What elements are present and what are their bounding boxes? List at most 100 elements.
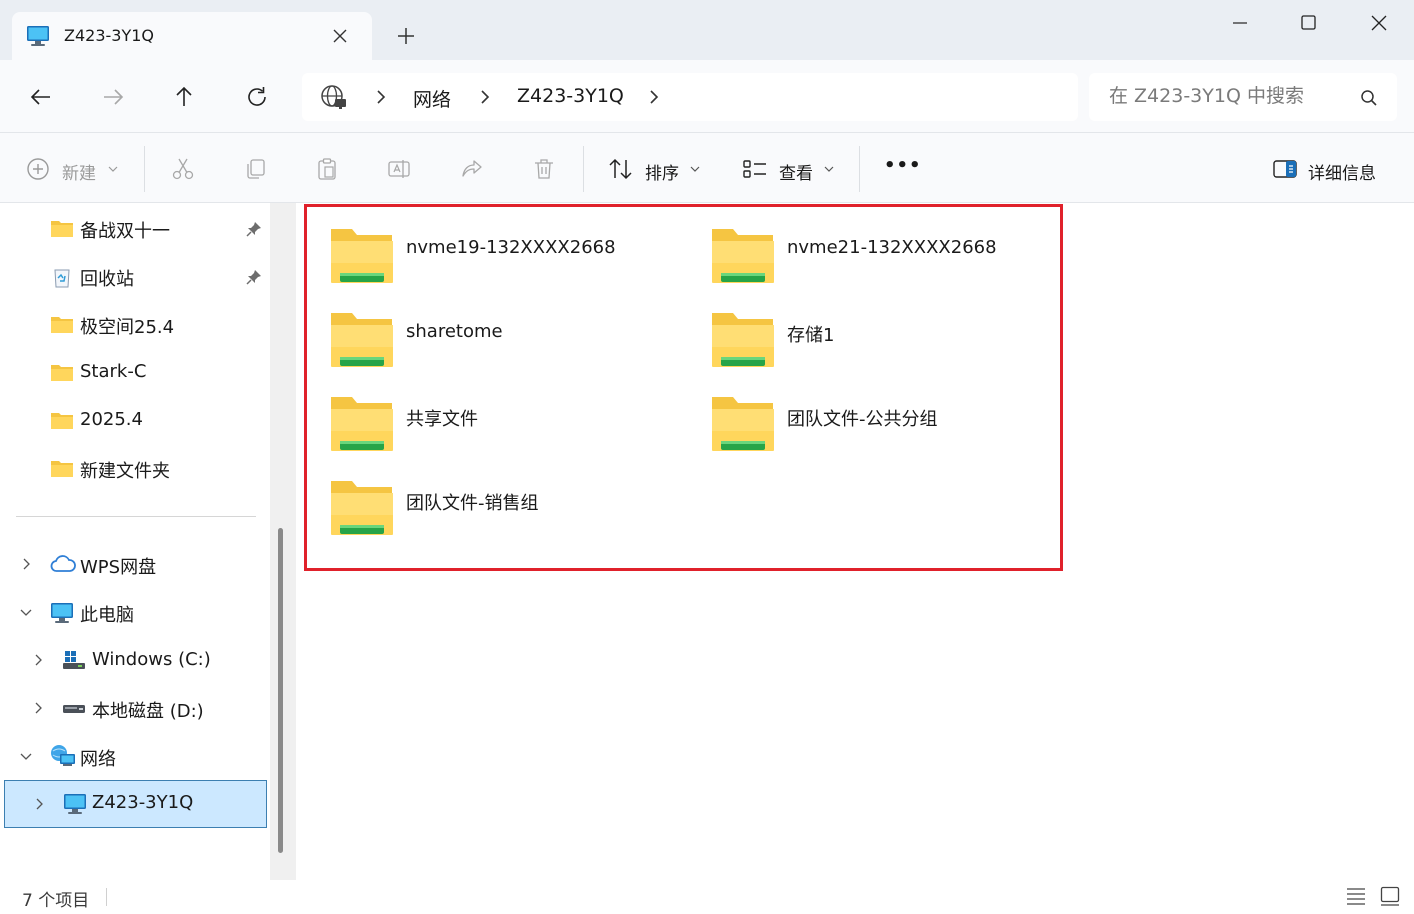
sidebar-item-label: 备战双十一 xyxy=(80,221,170,242)
sort-button[interactable]: 排序 xyxy=(645,159,679,184)
search-icon[interactable] xyxy=(1359,88,1379,108)
navigation-pane: 备战双十一 回收站 极空间25.4 Stark-C 2025.4 新建文件夹 W… xyxy=(0,203,270,880)
sidebar-item-quick-1[interactable]: 备战双十一 xyxy=(0,205,268,251)
sidebar-item-label: 回收站 xyxy=(80,269,134,290)
sidebar-item-wps-cloud[interactable]: WPS网盘 xyxy=(0,541,268,587)
refresh-icon[interactable] xyxy=(244,84,270,110)
sidebar-item-quick-5[interactable]: 2025.4 xyxy=(0,397,268,443)
item-count: 7 个项目 xyxy=(22,891,90,911)
chevron-right-icon[interactable] xyxy=(33,798,45,810)
cut-icon[interactable] xyxy=(171,157,195,181)
sidebar-item-quick-6[interactable]: 新建文件夹 xyxy=(0,445,268,491)
details-button[interactable]: 详细信息 xyxy=(1308,159,1376,184)
navigation-bar: 网络 Z423-3Y1Q xyxy=(0,60,1414,133)
sidebar-item-label: Windows (C:) xyxy=(92,649,211,670)
search-input[interactable] xyxy=(1109,85,1349,107)
sidebar-item-z423-selected[interactable]: Z423-3Y1Q xyxy=(4,780,267,828)
cloud-icon xyxy=(50,555,76,573)
folder-icon xyxy=(50,362,74,382)
status-bar: 7 个项目 xyxy=(0,880,1414,914)
toolbar-divider xyxy=(144,146,145,192)
toolbar-divider xyxy=(859,146,860,192)
computer-icon xyxy=(50,602,74,624)
sidebar-item-this-pc[interactable]: 此电脑 xyxy=(0,589,268,635)
new-tab-button[interactable] xyxy=(394,24,418,48)
folder-icon xyxy=(50,458,74,478)
rename-icon[interactable] xyxy=(387,157,411,181)
breadcrumb-z423[interactable]: Z423-3Y1Q xyxy=(517,85,624,107)
new-button[interactable]: 新建 xyxy=(62,159,96,184)
pin-icon xyxy=(246,221,262,237)
sidebar-item-network[interactable]: 网络 xyxy=(0,733,268,779)
chevron-down-icon xyxy=(690,166,700,173)
sidebar-item-label: Z423-3Y1Q xyxy=(92,792,194,813)
computer-icon xyxy=(26,25,50,47)
sidebar-item-label: 新建文件夹 xyxy=(80,461,170,482)
view-button[interactable]: 查看 xyxy=(779,159,813,184)
copy-icon[interactable] xyxy=(243,157,267,181)
sidebar-item-quick-3[interactable]: 极空间25.4 xyxy=(0,301,268,347)
chevron-right-icon[interactable] xyxy=(20,558,32,570)
forward-arrow-icon[interactable] xyxy=(100,84,126,110)
network-icon xyxy=(50,744,76,768)
view-layout-icon[interactable] xyxy=(742,157,766,181)
back-arrow-icon[interactable] xyxy=(28,84,54,110)
close-window-icon[interactable] xyxy=(1359,10,1399,36)
breadcrumb-network[interactable]: 网络 xyxy=(413,85,451,112)
drive-icon xyxy=(62,703,86,715)
details-pane-icon[interactable] xyxy=(1272,157,1297,181)
toolbar-divider xyxy=(583,146,584,192)
chevron-right-icon[interactable] xyxy=(32,702,44,714)
chevron-right-icon[interactable] xyxy=(478,89,492,105)
chevron-down-icon xyxy=(824,166,834,173)
large-icons-view-icon[interactable] xyxy=(1380,886,1400,906)
sidebar-scrollbar[interactable] xyxy=(270,203,296,880)
sidebar-item-label: 极空间25.4 xyxy=(80,317,175,338)
minimize-icon[interactable] xyxy=(1220,10,1260,36)
sort-icon[interactable] xyxy=(608,157,632,181)
share-icon[interactable] xyxy=(460,157,484,181)
windows-drive-icon xyxy=(62,650,86,670)
network-globe-icon xyxy=(320,84,348,112)
details-view-icon[interactable] xyxy=(1346,887,1366,905)
sidebar-item-quick-4[interactable]: Stark-C xyxy=(0,349,268,395)
sidebar-item-drive-d[interactable]: 本地磁盘 (D:) xyxy=(0,685,268,731)
maximize-icon[interactable] xyxy=(1288,10,1328,36)
title-bar: Z423-3Y1Q xyxy=(0,0,1414,60)
sidebar-divider xyxy=(16,516,256,517)
more-options-button[interactable]: ••• xyxy=(884,155,922,176)
sidebar-item-label: 本地磁盘 (D:) xyxy=(92,701,204,722)
status-divider xyxy=(106,888,107,906)
new-plus-icon[interactable] xyxy=(26,157,50,181)
delete-trash-icon[interactable] xyxy=(532,157,556,181)
chevron-down-icon[interactable] xyxy=(20,606,32,618)
sidebar-item-label: 2025.4 xyxy=(80,409,143,430)
chevron-right-icon[interactable] xyxy=(32,654,44,666)
search-box[interactable] xyxy=(1089,73,1397,121)
paste-icon[interactable] xyxy=(315,157,339,181)
chevron-down-icon[interactable] xyxy=(20,750,32,762)
annotation-highlight-box xyxy=(304,204,1063,571)
up-arrow-icon[interactable] xyxy=(171,84,197,110)
sidebar-item-label: 此电脑 xyxy=(80,605,134,626)
sidebar-item-quick-2[interactable]: 回收站 xyxy=(0,253,268,299)
folder-icon xyxy=(50,410,74,430)
recycle-bin-icon xyxy=(52,266,72,288)
tab-title: Z423-3Y1Q xyxy=(64,26,154,45)
chevron-right-icon xyxy=(374,89,388,105)
chevron-right-icon[interactable] xyxy=(647,89,661,105)
computer-icon xyxy=(63,793,87,815)
close-tab-icon[interactable] xyxy=(330,26,350,46)
tab-active[interactable]: Z423-3Y1Q xyxy=(12,12,372,60)
sidebar-item-label: 网络 xyxy=(80,749,116,770)
folder-icon xyxy=(50,314,74,334)
pin-icon xyxy=(246,269,262,285)
sidebar-item-drive-c[interactable]: Windows (C:) xyxy=(0,637,268,683)
sidebar-scroll-thumb[interactable] xyxy=(278,528,283,853)
sidebar-item-label: WPS网盘 xyxy=(80,557,157,578)
address-bar[interactable]: 网络 Z423-3Y1Q xyxy=(302,73,1078,121)
chevron-down-icon xyxy=(108,166,118,173)
command-bar: 新建 排序 查看 ••• 详细信息 xyxy=(0,133,1414,203)
sidebar-item-label: Stark-C xyxy=(80,361,147,382)
folder-icon xyxy=(50,218,74,238)
